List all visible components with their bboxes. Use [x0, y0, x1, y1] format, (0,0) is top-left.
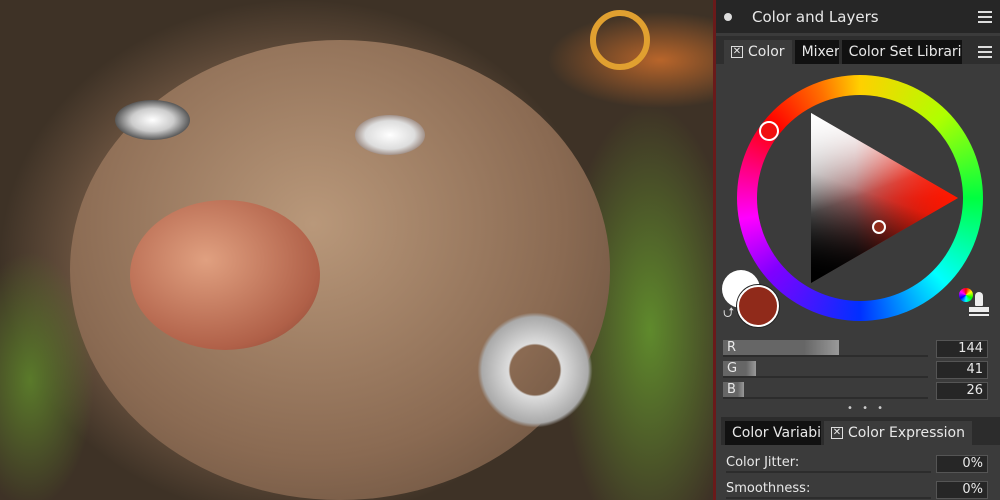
tab-label: Color Variability: [732, 425, 821, 441]
tab-color-variability[interactable]: Color Variability: [725, 421, 821, 445]
tab-color-expression[interactable]: ✕ Color Expression: [824, 421, 972, 445]
r-value-input[interactable]: 144: [936, 340, 988, 358]
slider-label: B: [727, 382, 736, 397]
color-layers-panel: Color and Layers ✕ Color Mixer Color Set …: [713, 0, 1000, 500]
color-jitter-input[interactable]: 0%: [936, 455, 988, 473]
b-value-input[interactable]: 26: [936, 382, 988, 400]
tab-menu-icon[interactable]: [978, 46, 992, 58]
ear-ring: [590, 10, 650, 70]
smoothness-input[interactable]: 0%: [936, 481, 988, 499]
tab-color-set-libraries[interactable]: Color Set Libraries: [841, 40, 962, 64]
prop-label: Smoothness:: [726, 481, 931, 499]
close-icon[interactable]: ✕: [831, 427, 843, 439]
stamp-icon: [969, 292, 989, 322]
smoothness-row: Smoothness: 0%: [723, 481, 988, 499]
tab-label: Color Set Libraries: [848, 44, 962, 60]
slider-b[interactable]: B 26: [723, 382, 988, 400]
tab-label: Color Expression: [848, 425, 965, 441]
expression-tabs: Color Variability ✕ Color Expression: [721, 417, 1000, 445]
close-icon[interactable]: ✕: [731, 46, 743, 58]
color-jitter-row: Color Jitter: 0%: [723, 455, 988, 473]
panel-title: Color and Layers: [752, 7, 879, 26]
color-point-marker[interactable]: [872, 220, 886, 234]
slider-label: G: [727, 361, 738, 376]
gear-earring: [470, 310, 600, 430]
swap-colors-icon[interactable]: ⮍: [723, 305, 734, 321]
slider-fill: [723, 340, 839, 355]
tab-label: Mixer: [801, 44, 839, 60]
color-tabs: ✕ Color Mixer Color Set Libraries: [716, 36, 1000, 64]
drawing-canvas[interactable]: [0, 0, 713, 500]
slider-label: R: [727, 340, 737, 355]
prop-label: Color Jitter:: [726, 455, 931, 473]
panel-menu-icon[interactable]: [978, 10, 992, 23]
panel-titlebar[interactable]: Color and Layers: [716, 0, 1000, 33]
orc-nose: [130, 200, 320, 350]
panel-dot-icon: [724, 12, 732, 21]
more-options[interactable]: • • •: [847, 403, 886, 415]
orc-eye: [115, 100, 190, 140]
tab-color[interactable]: ✕ Color: [724, 40, 792, 64]
main-color-swatch[interactable]: [737, 285, 779, 327]
slider-r[interactable]: R 144: [723, 340, 988, 358]
slider-g[interactable]: G 41: [723, 361, 988, 379]
hue-marker[interactable]: [759, 121, 779, 141]
tab-label: Color: [748, 44, 785, 60]
orc-eye-white: [355, 115, 425, 155]
g-value-input[interactable]: 41: [936, 361, 988, 379]
tab-mixer[interactable]: Mixer: [794, 40, 839, 64]
